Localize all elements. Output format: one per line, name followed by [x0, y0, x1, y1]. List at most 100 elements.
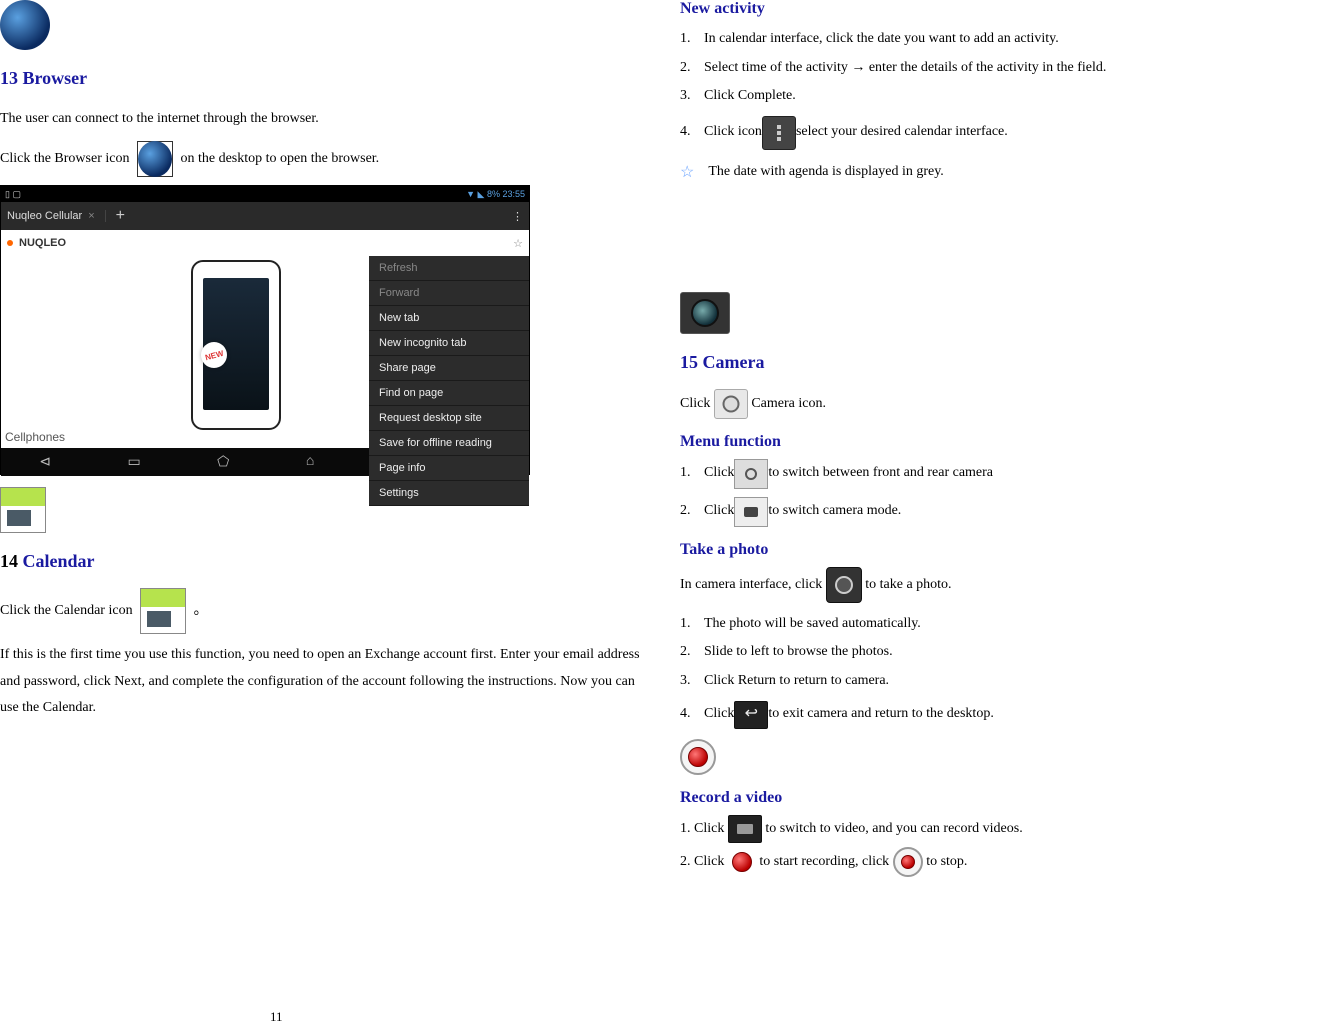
- calendar-click-line: Click the Calendar icon 。: [0, 588, 655, 634]
- camera-mode-icon: [734, 497, 768, 527]
- list-item: 1. Click to switch between front and rea…: [680, 459, 1330, 489]
- record-step-1: 1. Click to switch to video, and you can…: [680, 815, 1330, 843]
- tab-bar: Nuqleo Cellular× + ⋮: [1, 202, 529, 230]
- menu-dots-icon: ⋮: [512, 210, 523, 223]
- text: select your desired calendar interface.: [796, 119, 1008, 146]
- switch-camera-icon: [734, 459, 768, 489]
- heading-menu-function: Menu function: [680, 433, 1330, 451]
- menu-item: Forward: [369, 281, 529, 306]
- calendar-icon: [140, 588, 186, 634]
- text: Click: [704, 460, 734, 487]
- take-photo-steps: 1.The photo will be saved automatically.…: [680, 611, 1330, 729]
- text: to start recording, click: [759, 854, 892, 869]
- menu-item: New tab: [369, 306, 529, 331]
- list-item: 3.Click Return to return to camera.: [680, 668, 1330, 695]
- camera-icon-block: [680, 292, 1330, 334]
- close-icon: ×: [88, 210, 94, 222]
- recent-icon: ▭: [127, 454, 140, 471]
- text: 2. Click: [680, 854, 724, 869]
- text: to exit camera and return to the desktop…: [768, 701, 993, 728]
- record-stop-icon: [893, 847, 923, 877]
- menu-item: Request desktop site: [369, 406, 529, 431]
- text: 。: [194, 603, 208, 618]
- text: Camera icon.: [751, 396, 826, 411]
- add-tab-icon: +: [116, 207, 125, 225]
- text: to stop.: [926, 854, 967, 869]
- note-text: The date with agenda is displayed in gre…: [708, 164, 943, 180]
- menu-item: Refresh: [369, 256, 529, 281]
- note-line: ☆ The date with agenda is displayed in g…: [680, 162, 1330, 182]
- heading-take-photo: Take a photo: [680, 541, 1330, 559]
- record-button-icon: [680, 739, 716, 775]
- text: Click icon: [704, 119, 762, 146]
- star-icon: ☆: [513, 237, 523, 250]
- list-item: 3.Click Complete.: [680, 83, 1330, 110]
- activity-steps: 1.In calendar interface, click the date …: [680, 26, 1330, 150]
- browser-globe-icon: [137, 141, 173, 177]
- camera-icon: [714, 389, 748, 419]
- browser-intro: The user can connect to the internet thr…: [0, 105, 655, 133]
- menu-item: Share page: [369, 356, 529, 381]
- calendar-setup-para: If this is the first time you use this f…: [0, 642, 655, 722]
- home-alt-icon: ⌂: [306, 454, 314, 470]
- home-icon: ⬠: [217, 454, 229, 471]
- text: to switch camera mode.: [768, 498, 901, 525]
- heading-calendar: 14 Calendar: [0, 551, 655, 572]
- list-item: 2.Slide to left to browse the photos.: [680, 639, 1330, 666]
- tab-title: Nuqleo Cellular×: [7, 210, 106, 222]
- text: In camera interface, click: [680, 577, 826, 592]
- status-left: ▯ ▢: [5, 189, 21, 200]
- status-bar: ▯ ▢ ▼ ◣ 8% 23:55: [1, 186, 529, 202]
- record-step-2: 2. Click to start recording, click to st…: [680, 847, 1330, 877]
- url-bar: NUQLEO ☆: [1, 230, 529, 256]
- text: Click: [704, 498, 734, 525]
- star-icon: ☆: [680, 162, 694, 182]
- heading-record-video: Record a video: [680, 789, 1330, 807]
- browser-screenshot: ▯ ▢ ▼ ◣ 8% 23:55 Nuqleo Cellular× + ⋮ NU…: [0, 185, 530, 475]
- heading-new-activity: New activity: [680, 0, 1330, 18]
- text: Click: [704, 701, 734, 728]
- take-photo-intro: In camera interface, click to take a pho…: [680, 567, 1330, 603]
- shutter-button-icon: [826, 567, 862, 603]
- list-item: 2. Click to switch camera mode.: [680, 497, 1330, 527]
- video-camera-icon: [728, 815, 762, 843]
- text: on the desktop to open the browser.: [180, 151, 379, 166]
- text: Click the Browser icon: [0, 151, 133, 166]
- browser-click-line: Click the Browser icon on the desktop to…: [0, 141, 655, 177]
- page-number: 11: [270, 1009, 283, 1025]
- page-left: 13 Browser The user can connect to the i…: [0, 0, 665, 1035]
- list-item: 4. Click icon select your desired calend…: [680, 116, 1330, 150]
- calendar-icon: [0, 487, 46, 533]
- page-label: Cellphones: [5, 430, 65, 444]
- vol-down-icon: ⊲: [39, 454, 51, 471]
- page-body: NEW Refresh Forward New tab New incognit…: [1, 256, 529, 448]
- calendar-icon-block: [0, 487, 655, 533]
- text: to take a photo.: [865, 577, 951, 592]
- browser-globe-icon: [0, 0, 50, 50]
- heading-camera: 15 Camera: [680, 352, 1330, 373]
- new-badge-icon: NEW: [201, 342, 227, 368]
- menu-item: New incognito tab: [369, 331, 529, 356]
- back-arrow-icon: ↩: [734, 701, 768, 729]
- menu-item: Settings: [369, 481, 529, 506]
- text: Click: [680, 396, 714, 411]
- text: 1. Click: [680, 821, 728, 836]
- menu-dots-icon: [762, 116, 796, 150]
- site-brand: NUQLEO: [7, 237, 66, 249]
- text: Click the Calendar icon: [0, 603, 136, 618]
- list-item: 4. Click ↩ to exit camera and return to …: [680, 701, 1330, 729]
- record-icon-block: [680, 739, 1330, 775]
- text: to switch to video, and you can record v…: [765, 821, 1022, 836]
- list-item: 1.In calendar interface, click the date …: [680, 26, 1330, 53]
- record-start-icon: [728, 848, 756, 876]
- text: to switch between front and rear camera: [768, 460, 993, 487]
- menu-item: Save for offline reading: [369, 431, 529, 456]
- camera-click-line: Click Camera icon.: [680, 389, 1330, 419]
- camera-icon: [680, 292, 730, 334]
- list-item: 2.Select time of the activity → enter th…: [680, 55, 1330, 82]
- menu-item: Find on page: [369, 381, 529, 406]
- menu-steps: 1. Click to switch between front and rea…: [680, 459, 1330, 527]
- browser-menu: Refresh Forward New tab New incognito ta…: [369, 256, 529, 506]
- list-item: 1.The photo will be saved automatically.: [680, 611, 1330, 638]
- page-right: New activity 1.In calendar interface, cl…: [665, 0, 1330, 1035]
